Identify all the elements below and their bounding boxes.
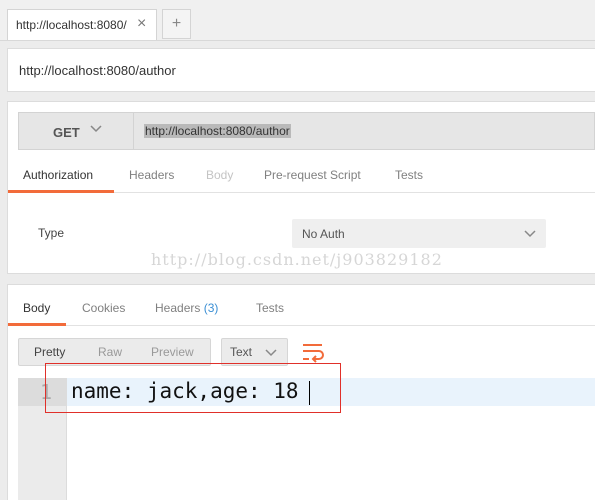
response-tab-headers-label: Headers <box>155 301 201 315</box>
new-tab-button[interactable]: + <box>162 9 191 39</box>
view-mode-group: Pretty Raw Preview <box>18 338 211 366</box>
active-tab-indicator <box>8 190 114 193</box>
chevron-down-icon <box>90 125 102 133</box>
request-name-bar[interactable]: http://localhost:8080/author <box>7 48 595 92</box>
method-label: GET <box>53 125 80 140</box>
request-tab[interactable]: http://localhost:8080/ × <box>7 9 157 40</box>
chevron-down-icon <box>265 349 277 357</box>
method-select[interactable]: GET <box>18 112 134 150</box>
request-name: http://localhost:8080/author <box>19 63 176 78</box>
response-tab-tests[interactable]: Tests <box>256 301 284 315</box>
tab-body[interactable]: Body <box>206 168 233 182</box>
url-input-value: http://localhost:8080/author <box>144 124 291 138</box>
response-tab-body[interactable]: Body <box>23 301 50 315</box>
url-input[interactable]: http://localhost:8080/author <box>134 112 595 150</box>
headers-count-badge: (3) <box>203 301 219 315</box>
auth-type-select[interactable]: No Auth <box>292 219 546 248</box>
tab-authorization[interactable]: Authorization <box>23 168 93 182</box>
close-icon[interactable]: × <box>137 14 146 34</box>
pretty-button[interactable]: Pretty <box>34 345 65 359</box>
highlight-annotation-box <box>45 363 341 413</box>
response-tab-cookies[interactable]: Cookies <box>82 301 125 315</box>
preview-button[interactable]: Preview <box>151 345 194 359</box>
raw-button[interactable]: Raw <box>98 345 122 359</box>
wrap-lines-icon[interactable] <box>297 338 329 366</box>
auth-type-label: Type <box>38 226 65 240</box>
tab-headers[interactable]: Headers <box>129 168 174 182</box>
response-tab-headers[interactable]: Headers (3) <box>155 301 218 315</box>
format-value: Text <box>230 345 253 359</box>
chevron-down-icon <box>524 230 536 238</box>
auth-type-value: No Auth <box>302 227 345 241</box>
active-response-tab-indicator <box>8 323 66 326</box>
tab-tests[interactable]: Tests <box>395 168 423 182</box>
format-select[interactable]: Text <box>221 338 288 366</box>
request-tab-label: http://localhost:8080/ <box>16 18 127 32</box>
tab-pre-request-script[interactable]: Pre-request Script <box>264 168 361 182</box>
watermark: http://blog.csdn.net/j903829182 <box>151 250 443 269</box>
